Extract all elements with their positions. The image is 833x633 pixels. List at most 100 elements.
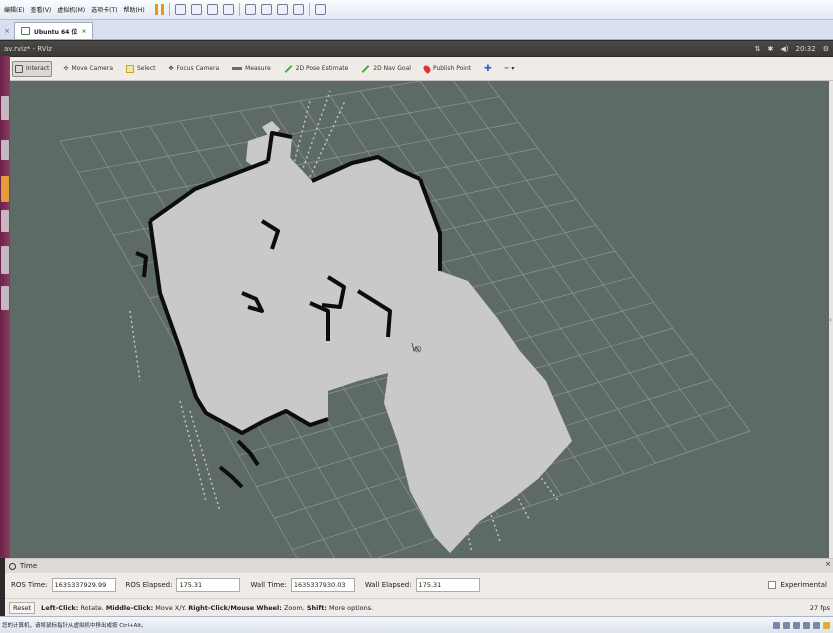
wall-segment [218, 465, 244, 489]
rviz-3d-view[interactable] [10, 81, 829, 558]
vmware-tab-strip: × Ubuntu 64 位 × [0, 20, 833, 40]
left-click-hint-key: Left-Click: [41, 603, 79, 612]
gear-icon[interactable]: ⚙ [823, 45, 829, 53]
shift-hint-key: Shift: [306, 603, 327, 612]
launcher-app-icon[interactable] [1, 246, 9, 274]
vmware-device-tray [773, 621, 830, 629]
minus-icon: ━ [504, 65, 509, 72]
menu-edit[interactable]: 编辑(E) [4, 5, 24, 14]
experimental-toggle[interactable]: Experimental [768, 581, 827, 589]
sidebar-toggle-icon[interactable] [244, 4, 256, 15]
time-panel-header: Time × [5, 559, 833, 573]
wall-segment [135, 251, 148, 278]
focus-camera-icon: ✥ [168, 65, 174, 72]
publish-point-tool[interactable]: Publish Point [421, 61, 473, 77]
console-view-icon[interactable] [260, 4, 272, 15]
tool-label: Publish Point [432, 65, 472, 72]
launcher-app-icon[interactable] [1, 176, 9, 202]
launcher-app-icon[interactable] [1, 286, 9, 310]
ros-elapsed-label: ROS Elapsed: [125, 581, 173, 589]
ros-elapsed-field[interactable]: 175.31 [176, 578, 241, 592]
experimental-checkbox[interactable] [768, 581, 777, 589]
time-panel-title: Time [20, 562, 38, 570]
tab-ubuntu[interactable]: Ubuntu 64 位 × [14, 22, 94, 39]
ubuntu-launcher [0, 56, 10, 558]
tool-label: 2D Nav Goal [373, 65, 411, 72]
laser-ray [189, 410, 221, 512]
laser-ray [299, 90, 331, 178]
fps-readout: 27 fps [809, 603, 830, 612]
pause-icon[interactable] [154, 4, 164, 15]
snapshot-manager-icon[interactable] [222, 4, 234, 15]
volume-icon[interactable]: ◀) [780, 45, 788, 53]
move-camera-icon: ✣ [63, 65, 69, 72]
usb-icon[interactable] [803, 621, 810, 629]
close-icon[interactable]: × [81, 28, 86, 35]
keyboard-icon[interactable]: ⇅ [755, 45, 761, 53]
previous-tab-close-icon[interactable]: × [0, 23, 14, 39]
sound-icon[interactable] [813, 621, 820, 629]
tool-label: Measure [245, 65, 271, 72]
pose-estimate-icon [284, 64, 293, 73]
bluetooth-icon[interactable]: ✱ [768, 45, 774, 53]
move-camera-tool[interactable]: ✣ Move Camera [61, 61, 115, 77]
measure-icon [232, 67, 243, 70]
interact-tool[interactable]: Interact [12, 60, 53, 77]
nav-goal-tool[interactable]: 2D Nav Goal [359, 61, 413, 77]
select-tool[interactable]: Select [124, 61, 158, 77]
close-icon[interactable]: × [825, 560, 831, 568]
tool-label: 2D Pose Estimate [295, 65, 349, 72]
laser-ray [129, 310, 141, 382]
snapshot-icon[interactable] [190, 4, 202, 15]
display-icon[interactable] [823, 621, 830, 629]
menu-vm[interactable]: 虚拟机(M) [57, 5, 85, 14]
focus-camera-tool[interactable]: ✥ Focus Camera [167, 61, 222, 77]
unity-icon[interactable] [292, 4, 304, 15]
hard-disk-icon[interactable] [773, 621, 780, 629]
reset-button[interactable]: Reset [9, 601, 36, 614]
launcher-app-icon[interactable] [1, 210, 9, 232]
network-icon[interactable] [793, 621, 800, 629]
wall-elapsed-label: Wall Elapsed: [364, 581, 412, 589]
launcher-app-icon[interactable] [1, 140, 9, 160]
measure-tool[interactable]: Measure [230, 61, 273, 77]
chevron-left-icon[interactable]: ‹ [829, 316, 832, 324]
clock[interactable]: 20:32 [796, 45, 816, 53]
laser-ray [309, 100, 346, 178]
ros-time-field[interactable]: 1635337929.99 [51, 578, 116, 592]
free-space-region [150, 149, 572, 553]
tool-label: Select [137, 65, 156, 72]
send-ctrl-alt-del-icon[interactable] [174, 4, 186, 15]
occupancy-map-render[interactable] [10, 81, 829, 558]
left-click-hint: Rotate. [80, 603, 104, 612]
toolbar-separator [308, 3, 310, 16]
publish-point-icon [421, 63, 432, 74]
tool-label: Interact [26, 65, 50, 72]
wall-time-field[interactable]: 1635337930.03 [290, 578, 355, 592]
menu-help[interactable]: 帮助(H) [124, 5, 145, 14]
remove-tool-button[interactable]: ━ ▾ [503, 61, 517, 77]
wall-elapsed-field[interactable]: 175.31 [415, 578, 480, 592]
rviz-status-bar: Reset Left-Click: Rotate. Middle-Click: … [5, 598, 833, 616]
time-panel: Time × ROS Time: 1635337929.99 ROS Elaps… [5, 558, 833, 598]
right-click-hint: Zoom. [283, 603, 305, 612]
stretch-guest-icon[interactable] [314, 4, 326, 15]
vmware-toolbar [154, 3, 326, 16]
launcher-app-icon[interactable] [1, 96, 9, 120]
ros-time-label: ROS Time: [11, 581, 48, 589]
fullscreen-icon[interactable] [276, 4, 288, 15]
cd-rom-icon[interactable] [783, 621, 790, 629]
experimental-label: Experimental [780, 581, 827, 589]
menu-view[interactable]: 查看(V) [30, 5, 51, 14]
side-panel-collapse-bar[interactable]: ‹ [829, 81, 833, 558]
pose-estimate-tool[interactable]: 2D Pose Estimate [282, 61, 351, 77]
add-tool-button[interactable]: ✚ [482, 61, 494, 77]
wall-segment [236, 439, 260, 467]
toolbar-separator [168, 3, 170, 16]
menu-tabs[interactable]: 选项卡(T) [91, 5, 117, 14]
tab-label: Ubuntu 64 位 [34, 28, 78, 36]
nav-goal-icon [361, 64, 370, 73]
revert-snapshot-icon[interactable] [206, 4, 218, 15]
clock-icon [9, 562, 16, 570]
vmware-hint-text: 您的计算机，请将鼠标指针从虚拟机中移出或按 Ctrl+Alt。 [2, 623, 147, 629]
